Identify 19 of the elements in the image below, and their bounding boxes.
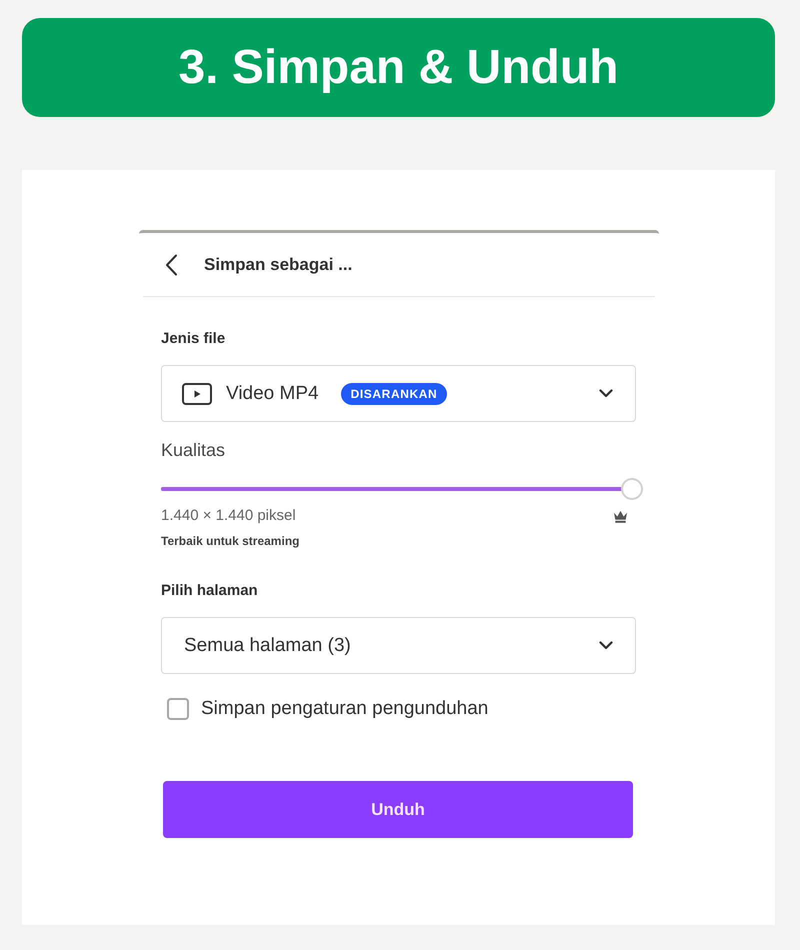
download-button[interactable]: Unduh: [163, 781, 633, 838]
field-label: Jenis file: [161, 329, 226, 349]
resolution-text: 1.440 × 1.440 piksel: [161, 506, 296, 526]
chevron-down-icon: [599, 389, 613, 398]
quality-note: Terbaik untuk streaming: [161, 533, 300, 549]
dialog-title: Simpan sebagai ...: [204, 254, 352, 276]
recommended-badge: DISARANKAN: [340, 382, 448, 404]
video-icon: [182, 382, 212, 404]
back-icon[interactable]: [165, 254, 178, 276]
banner-title: 3. Simpan & Unduh: [178, 40, 618, 96]
checkbox[interactable]: [167, 698, 189, 720]
crown-icon: [613, 510, 628, 522]
slider-thumb[interactable]: [621, 478, 643, 500]
field-label: Pilih halaman: [161, 581, 259, 601]
field-label: Kualitas: [161, 439, 226, 462]
file-type-select[interactable]: Video MP4 DISARANKAN: [161, 365, 636, 422]
page-select[interactable]: Semua halaman (3): [161, 617, 636, 674]
chevron-down-icon: [599, 641, 613, 650]
checkbox-label: Simpan pengaturan pengunduhan: [201, 697, 488, 721]
